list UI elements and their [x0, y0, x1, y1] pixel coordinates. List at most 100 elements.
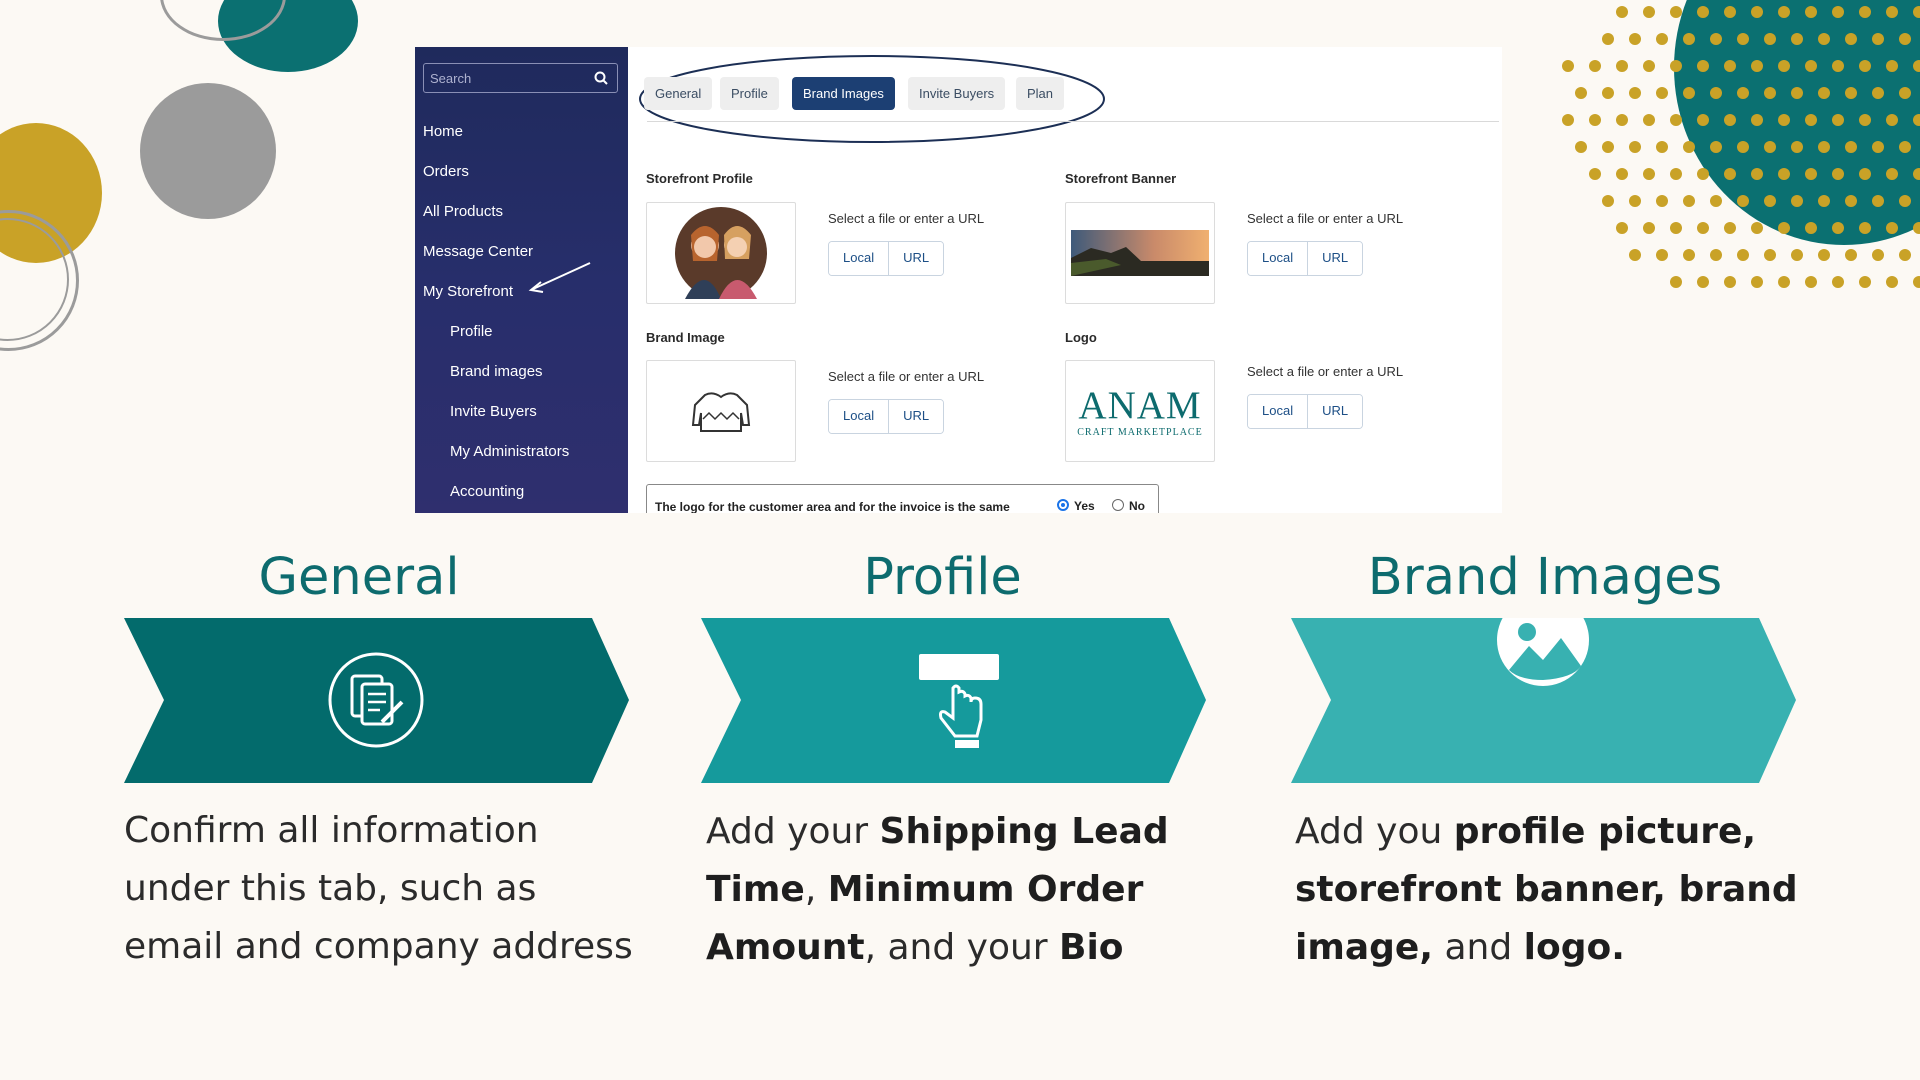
decor-dot — [1913, 60, 1920, 72]
decor-dot — [1791, 33, 1803, 45]
sidebar-item-brand-images[interactable]: Brand images — [450, 363, 543, 380]
decor-dot — [1616, 114, 1628, 126]
decor-dot — [1589, 168, 1601, 180]
decor-dot — [1859, 60, 1871, 72]
local-button[interactable]: Local — [1248, 395, 1308, 428]
decor-dot — [1656, 33, 1668, 45]
decor-dot — [1818, 195, 1830, 207]
brand-image-title: Brand Image — [646, 330, 725, 345]
decor-dot — [1845, 141, 1857, 153]
sidebar-item-home[interactable]: Home — [423, 123, 463, 140]
decor-dot — [1751, 276, 1763, 288]
sidebar-item-my-storefront[interactable]: My Storefront — [423, 283, 513, 300]
tab-invite-buyers[interactable]: Invite Buyers — [908, 77, 1006, 110]
decor-dot — [1562, 114, 1574, 126]
sidebar-item-invite-buyers[interactable]: Invite Buyers — [450, 403, 537, 420]
storefront-banner-source: Local URL — [1247, 241, 1364, 276]
decor-dot — [1589, 60, 1601, 72]
decor-dot — [1589, 114, 1601, 126]
decor-dot — [1899, 249, 1911, 261]
decor-dot — [1697, 6, 1709, 18]
profile-desc-bold-3: Bio — [1059, 927, 1124, 968]
decor-dot — [1670, 276, 1682, 288]
url-button[interactable]: URL — [1307, 395, 1363, 428]
decor-dot — [1697, 114, 1709, 126]
decor-dot — [1913, 168, 1920, 180]
yes-radio[interactable] — [1057, 499, 1069, 511]
decor-dot — [1656, 195, 1668, 207]
brand-image-source: Local URL — [828, 399, 945, 434]
decor-dot — [1683, 33, 1695, 45]
decor-dot — [1886, 6, 1898, 18]
logo-helper: Select a file or enter a URL — [1247, 364, 1404, 379]
general-chevron — [124, 618, 629, 783]
sidebar-item-message-center[interactable]: Message Center — [423, 243, 533, 260]
decor-dot — [1899, 141, 1911, 153]
decor-dot — [1791, 141, 1803, 153]
yes-label: Yes — [1074, 499, 1095, 513]
decor-dot — [1616, 168, 1628, 180]
storefront-profile-preview — [646, 202, 796, 304]
sidebar-item-my-administrators[interactable]: My Administrators — [450, 443, 569, 460]
general-chevron-shape — [124, 618, 629, 783]
decor-dot — [1737, 195, 1749, 207]
profile-chevron — [701, 618, 1206, 783]
decor-dot — [1764, 141, 1776, 153]
search-input[interactable]: Search — [423, 63, 618, 93]
decor-dot — [1643, 60, 1655, 72]
decor-dot — [1913, 276, 1920, 288]
url-button[interactable]: URL — [1307, 242, 1363, 275]
decor-dot — [1683, 195, 1695, 207]
decor-dot — [1778, 114, 1790, 126]
tab-plan[interactable]: Plan — [1016, 77, 1065, 110]
local-button[interactable]: Local — [829, 242, 889, 275]
sidebar-item-all-products[interactable]: All Products — [423, 203, 503, 220]
decor-dot — [1886, 60, 1898, 72]
profile-heading: Profile — [863, 548, 1022, 607]
sidebar-item-orders[interactable]: Orders — [423, 163, 469, 180]
decor-dot — [1629, 87, 1641, 99]
decor-dot — [1737, 249, 1749, 261]
local-button[interactable]: Local — [829, 400, 889, 433]
decor-dot — [1710, 195, 1722, 207]
url-button[interactable]: URL — [888, 400, 944, 433]
decor-dot — [1629, 141, 1641, 153]
decor-dot — [1913, 114, 1920, 126]
url-button[interactable]: URL — [888, 242, 944, 275]
decor-dot — [1683, 249, 1695, 261]
decor-dot — [1670, 6, 1682, 18]
sidebar-item-profile[interactable]: Profile — [450, 323, 493, 340]
decor-dot — [1805, 276, 1817, 288]
banner-photo — [1071, 230, 1209, 276]
decor-dot — [1602, 195, 1614, 207]
decor-dot — [1899, 33, 1911, 45]
sidebar-item-accounting[interactable]: Accounting — [450, 483, 524, 500]
decor-dot — [1656, 249, 1668, 261]
decor-dot — [1805, 114, 1817, 126]
decor-dot — [1764, 33, 1776, 45]
decor-dot — [1575, 141, 1587, 153]
tab-general[interactable]: General — [644, 77, 713, 110]
profile-desc-text-3: , and your — [864, 927, 1060, 968]
decor-dot — [1886, 168, 1898, 180]
tab-brand-images[interactable]: Brand Images — [792, 77, 895, 110]
decor-dot — [1805, 168, 1817, 180]
decor-dot — [1751, 222, 1763, 234]
search-icon[interactable] — [593, 70, 609, 86]
decor-dot — [1737, 87, 1749, 99]
decor-dot — [1832, 168, 1844, 180]
decor-dot — [1629, 249, 1641, 261]
storefront-profile-title: Storefront Profile — [646, 171, 753, 186]
profile-description: Add your Shipping Lead Time, Minimum Ord… — [706, 803, 1226, 977]
decor-dot — [1697, 168, 1709, 180]
tab-profile[interactable]: Profile — [720, 77, 779, 110]
no-radio[interactable] — [1112, 499, 1124, 511]
local-button[interactable]: Local — [1248, 242, 1308, 275]
decor-dot — [1683, 87, 1695, 99]
sweater-icon — [691, 392, 751, 432]
decor-dot — [1805, 6, 1817, 18]
decor-dot — [1859, 114, 1871, 126]
tab-divider — [647, 121, 1499, 122]
decor-dot — [1724, 114, 1736, 126]
decor-dot — [1764, 195, 1776, 207]
